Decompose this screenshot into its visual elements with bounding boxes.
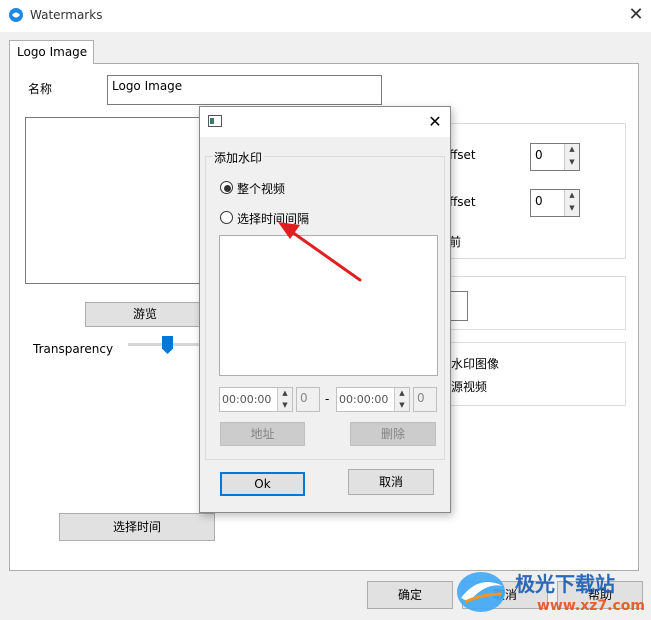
window-title: Watermarks [30, 8, 103, 22]
start-frame-field[interactable]: 0 [296, 387, 320, 412]
site-url-text: www.xz7.com [537, 598, 645, 614]
ok-button[interactable]: 确定 [367, 581, 453, 609]
delete-button[interactable]: 删除 [350, 422, 436, 446]
spin-up-icon[interactable]: ▲ [564, 144, 579, 158]
transparency-label: Transparency [33, 342, 114, 356]
select-time-button[interactable]: 选择时间 [59, 513, 215, 541]
tab-logo-image[interactable]: Logo Image [9, 40, 94, 64]
x-offset-label: ffset [449, 148, 476, 162]
address-button[interactable]: 地址 [220, 422, 305, 446]
y-offset-spinner[interactable]: 0 ▲ ▼ [530, 189, 580, 217]
x-offset-spinner[interactable]: 0 ▲ ▼ [530, 143, 580, 171]
end-time-picker[interactable]: 00:00:00 ▲ ▼ [336, 387, 410, 412]
site-logo-icon [457, 572, 505, 612]
site-brand-text: 极光下载站 [515, 572, 615, 596]
option-source-video[interactable]: 源视频 [451, 378, 487, 395]
end-time-value: 00:00:00 [339, 393, 389, 406]
spin-down-icon[interactable]: ▼ [394, 399, 409, 411]
radio-whole-video-label[interactable]: 整个视频 [237, 180, 285, 197]
close-icon[interactable]: ✕ [624, 3, 648, 27]
start-time-value: 00:00:00 [222, 393, 272, 406]
end-frame-field[interactable]: 0 [413, 387, 437, 412]
spin-down-icon[interactable]: ▼ [564, 203, 579, 216]
radio-time-interval[interactable] [220, 211, 233, 224]
dialog-close-icon[interactable]: ✕ [424, 111, 446, 133]
group-label: 添加水印 [212, 149, 265, 166]
app-icon [9, 8, 23, 22]
image-preview [25, 117, 205, 284]
spin-down-icon[interactable]: ▼ [564, 157, 579, 170]
spin-up-icon[interactable]: ▲ [564, 190, 579, 204]
spin-down-icon[interactable]: ▼ [277, 399, 292, 411]
dialog-ok-button[interactable]: Ok [220, 472, 305, 496]
name-label: 名称 [28, 82, 53, 96]
add-watermark-dialog: ✕ 添加水印 整个视频 选择时间间隔 00:00:00 ▲ ▼ 0 - 00:0… [199, 106, 451, 513]
start-time-picker[interactable]: 00:00:00 ▲ ▼ [219, 387, 293, 412]
site-watermark: 极光下载站 www.xz7.com [455, 566, 651, 620]
range-dash: - [325, 392, 330, 406]
browse-button[interactable]: 游览 [85, 302, 205, 327]
y-offset-label: ffset [449, 195, 476, 209]
y-offset-value: 0 [535, 194, 543, 208]
annotation-arrow-icon [278, 222, 362, 282]
dialog-cancel-button[interactable]: 取消 [348, 469, 434, 495]
dialog-title-bar [200, 107, 450, 137]
position-field[interactable] [448, 291, 468, 321]
radio-whole-video[interactable] [220, 181, 233, 194]
window-icon [208, 115, 222, 127]
x-offset-value: 0 [535, 148, 543, 162]
radio-selected-dot [224, 185, 231, 192]
option-watermark-image[interactable]: 水印图像 [451, 355, 499, 372]
name-input[interactable]: Logo Image [107, 75, 382, 105]
